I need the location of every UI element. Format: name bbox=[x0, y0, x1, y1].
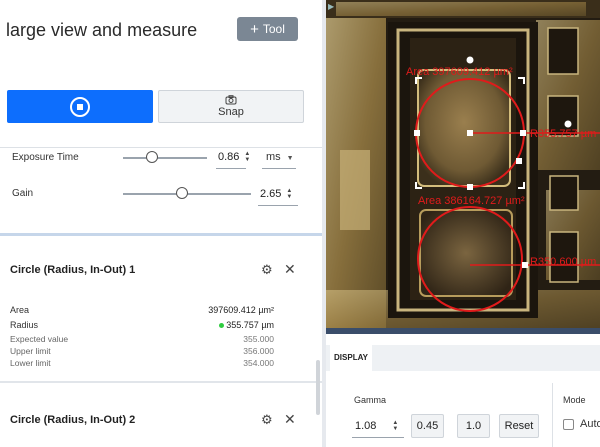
gain-slider-handle[interactable] bbox=[175, 187, 188, 199]
gain-input[interactable]: 2.65 ▲ ▼ bbox=[260, 188, 292, 200]
divider bbox=[0, 147, 322, 148]
add-tool-button[interactable]: + Tool bbox=[237, 17, 298, 41]
radius-label: Radius bbox=[10, 320, 39, 330]
stepper-icon[interactable]: ▲ ▼ bbox=[286, 188, 292, 200]
stepper-icon[interactable]: ▲ ▼ bbox=[392, 420, 398, 432]
area-annotation-1: Area 397609.412 µm² bbox=[406, 66, 513, 78]
snap-label: Snap bbox=[218, 106, 244, 118]
expand-icon[interactable]: ▶ bbox=[328, 2, 334, 11]
lower-limit-label: Lower limit bbox=[10, 358, 51, 368]
divider bbox=[552, 383, 553, 447]
radius-value-row: 355.757 µm bbox=[219, 320, 274, 330]
tab-display[interactable]: DISPLAY bbox=[330, 345, 372, 371]
microscope-view[interactable]: Area 397609.412 µm² R355.757 µm Area 386… bbox=[326, 0, 600, 332]
page-title: large view and measure bbox=[6, 20, 198, 40]
section-divider bbox=[0, 233, 322, 236]
status-ok-icon bbox=[219, 323, 225, 329]
close-icon[interactable]: ✕ bbox=[284, 411, 296, 428]
gamma-input[interactable]: 1.08 ▲ ▼ bbox=[352, 414, 404, 438]
lower-limit-value: 354.000 bbox=[243, 358, 274, 368]
radius-annotation-2: R350.600 µm bbox=[530, 256, 596, 268]
radius-annotation-1: R355.757 µm bbox=[530, 128, 596, 140]
tool-button-label: Tool bbox=[262, 22, 285, 36]
upper-limit-label: Upper limit bbox=[10, 346, 51, 356]
gain-value: 2.65 bbox=[260, 188, 282, 200]
unit-underline bbox=[262, 168, 296, 169]
camera-icon bbox=[225, 95, 237, 105]
exposure-value: 0.86 bbox=[218, 151, 240, 163]
measurement-title: Circle (Radius, In-Out) 2 bbox=[10, 414, 136, 426]
exposure-unit-value: ms bbox=[266, 151, 281, 163]
snap-button[interactable]: Snap bbox=[158, 90, 304, 123]
chevron-down-icon: ▼ bbox=[286, 155, 294, 162]
gear-icon[interactable]: ⚙ bbox=[261, 262, 273, 278]
auto-checkbox[interactable]: Auto bbox=[563, 418, 600, 430]
close-icon[interactable]: ✕ bbox=[284, 261, 296, 278]
area-annotation-2: Area 386164.727 µm² bbox=[418, 195, 525, 207]
reset-button[interactable]: Reset bbox=[499, 414, 539, 438]
expected-label: Expected value bbox=[10, 334, 69, 344]
upper-limit-value: 356.000 bbox=[243, 346, 274, 356]
exposure-input[interactable]: 0.86 ▲ ▼ bbox=[218, 151, 250, 163]
stop-icon bbox=[70, 96, 90, 117]
exposure-label: Exposure Time bbox=[12, 152, 79, 163]
gamma-preset-10-button[interactable]: 1.0 bbox=[457, 414, 490, 438]
exposure-slider-handle[interactable] bbox=[146, 151, 159, 163]
exposure-input-underline bbox=[216, 168, 246, 169]
gamma-label: Gamma bbox=[354, 395, 387, 405]
exposure-slider[interactable] bbox=[123, 157, 207, 159]
gain-label: Gain bbox=[12, 188, 34, 199]
gain-input-underline bbox=[258, 205, 298, 206]
mode-label: Mode bbox=[563, 395, 586, 405]
gamma-preset-045-button[interactable]: 0.45 bbox=[411, 414, 444, 438]
stepper-icon[interactable]: ▲ ▼ bbox=[244, 151, 250, 163]
auto-label: Auto bbox=[580, 418, 600, 430]
exposure-unit-select[interactable]: ms ▼ bbox=[266, 151, 294, 163]
record-button[interactable] bbox=[7, 90, 153, 123]
area-label: Area bbox=[10, 305, 30, 315]
measurement-title: Circle (Radius, In-Out) 1 bbox=[10, 264, 136, 276]
divider bbox=[0, 381, 322, 383]
area-value: 397609.412 µm² bbox=[208, 305, 274, 315]
viewer-scrollbar[interactable] bbox=[326, 328, 600, 334]
left-panel: large view and measure + Tool Snap Expos… bbox=[0, 0, 322, 447]
gamma-value: 1.08 bbox=[355, 419, 377, 432]
camera-image: Area 397609.412 µm² R355.757 µm Area 386… bbox=[326, 0, 600, 332]
checkbox-icon bbox=[563, 418, 574, 430]
expected-value: 355.000 bbox=[243, 334, 274, 344]
radius-value: 355.757 µm bbox=[226, 320, 274, 330]
plus-icon: + bbox=[250, 20, 259, 38]
gear-icon[interactable]: ⚙ bbox=[261, 412, 273, 428]
scrollbar[interactable] bbox=[316, 360, 320, 415]
